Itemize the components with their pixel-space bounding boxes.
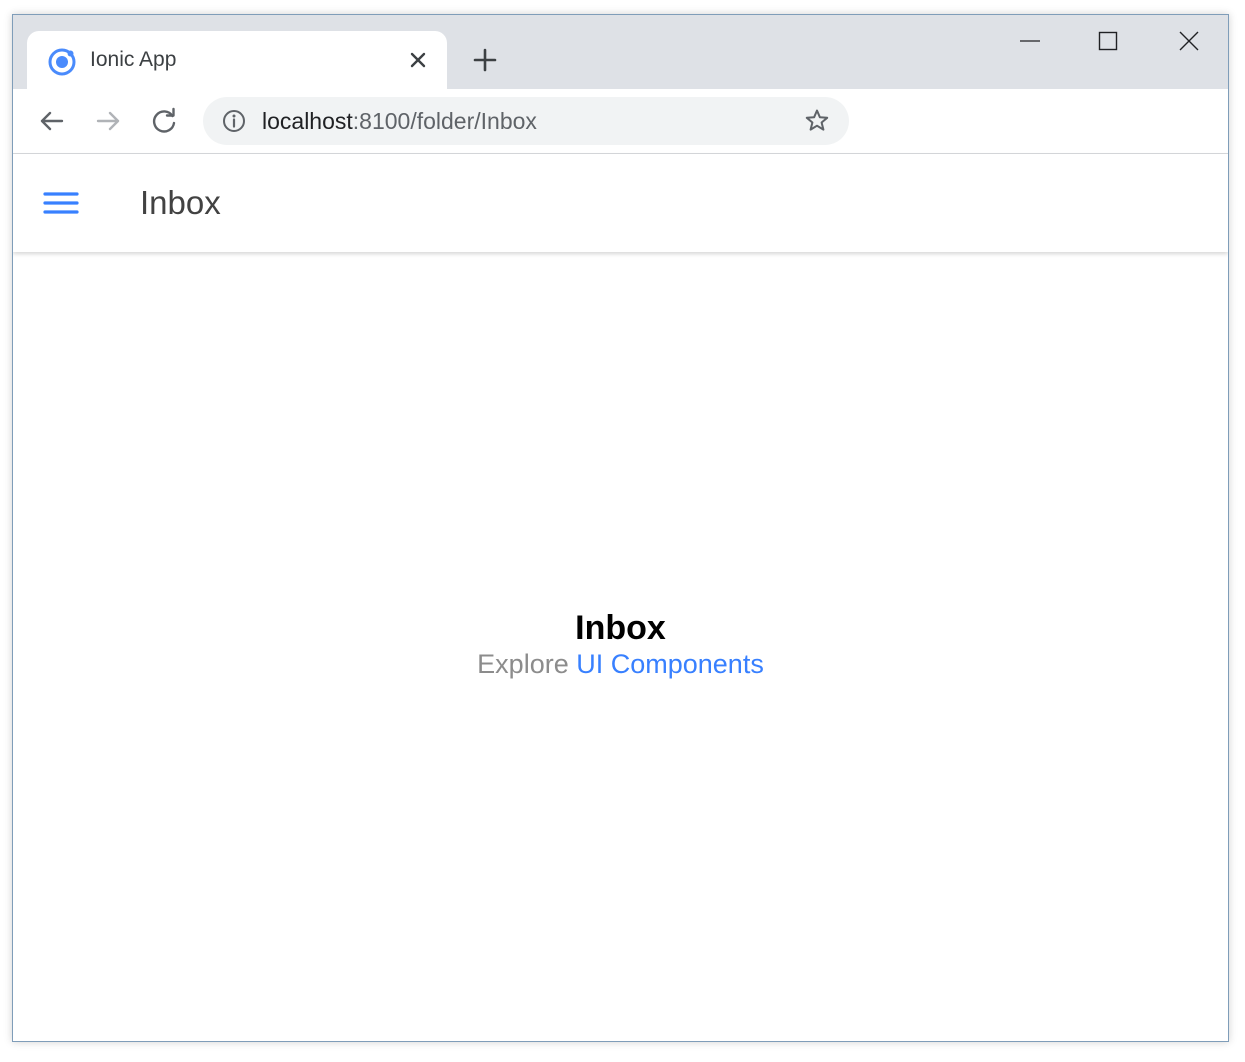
close-icon[interactable]	[1169, 23, 1209, 59]
forward-arrow-icon[interactable]	[89, 102, 127, 140]
app-header: Inbox	[13, 154, 1228, 252]
info-icon[interactable]	[221, 108, 247, 134]
explore-text: Explore	[477, 649, 569, 679]
menu-icon[interactable]	[39, 184, 85, 222]
address-path: :8100/folder/Inbox	[352, 108, 537, 134]
maximize-icon[interactable]	[1088, 23, 1128, 59]
tab-close-icon[interactable]	[405, 47, 431, 73]
star-icon[interactable]	[803, 107, 831, 135]
main-content: Inbox Explore UI Components	[13, 252, 1228, 1041]
plus-icon[interactable]	[470, 45, 500, 75]
reload-icon[interactable]	[145, 102, 183, 140]
back-arrow-icon[interactable]	[33, 102, 71, 140]
address-url[interactable]: localhost:8100/folder/Inbox	[262, 107, 537, 135]
content-title: Inbox	[575, 609, 666, 647]
minimize-icon[interactable]	[1010, 23, 1050, 59]
ionic-logo-icon	[48, 48, 76, 76]
address-bar[interactable]: localhost:8100/folder/Inbox	[203, 97, 849, 145]
tab-title: Ionic App	[90, 48, 177, 71]
ui-components-link[interactable]: UI Components	[576, 649, 764, 679]
page-title: Inbox	[140, 184, 221, 221]
browser-toolbar: localhost:8100/folder/Inbox	[13, 89, 1228, 154]
browser-window: Ionic App localhost:8100/folder/Inbox In…	[12, 14, 1229, 1042]
content-subtitle: Explore UI Components	[13, 648, 1228, 680]
tab-strip: Ionic App	[13, 15, 1228, 89]
address-host: localhost	[262, 108, 353, 134]
content-container: Inbox Explore UI Components	[13, 608, 1228, 680]
